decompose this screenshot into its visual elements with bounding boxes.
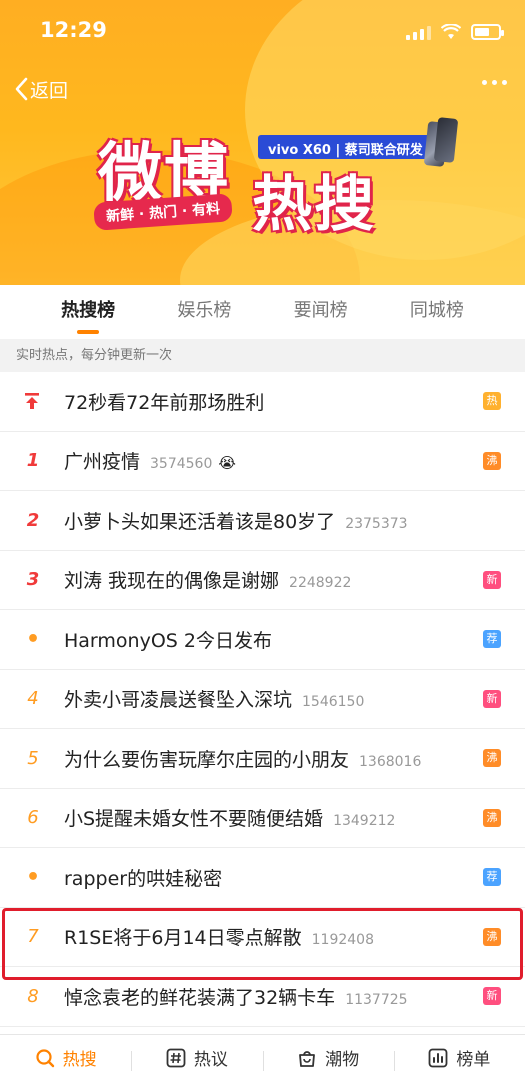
boil-badge: 沸 [483, 927, 501, 946]
header-banner: 12:29 返回 微博 热搜 新鲜 · 热门 · 有料 vivo X60 | 蔡… [0, 0, 525, 285]
rank-number: 4 [27, 688, 39, 710]
new-badge: 新 [483, 987, 501, 1006]
crying-emoji-icon: 😭 [218, 454, 236, 473]
list-item[interactable]: 4 外卖小哥凌晨送餐坠入深坑 1546150 新 [0, 670, 525, 729]
nav-label: 潮物 [325, 1050, 360, 1070]
list-item-title: 小萝卜头如果还活着该是80岁了 2375373 [64, 510, 408, 533]
hot-search-list: 72秒看72年前那场胜利 热 1 广州疫情 3574560 😭 沸 2 小萝卜头… [0, 372, 525, 1027]
nav-label: 热议 [193, 1050, 228, 1070]
list-item-title: 小S提醒未婚女性不要随便结婚 1349212 [64, 808, 396, 831]
tab-hot-search[interactable]: 热搜榜 [61, 296, 115, 334]
nav-discussion[interactable]: 热议 [131, 1045, 262, 1071]
list-item[interactable]: 8 悼念袁老的鲜花装满了32辆卡车 1137725 新 [0, 967, 525, 1027]
hash-icon [166, 1048, 186, 1067]
rank-number: 3 [26, 569, 40, 591]
list-item[interactable]: 3 刘涛 我现在的偶像是谢娜 2248922 新 [0, 551, 525, 610]
chevron-left-icon [15, 77, 28, 101]
status-time: 12:29 [40, 18, 107, 42]
sponsor-badge[interactable]: vivo X60 | 蔡司联合研发 [258, 135, 433, 159]
boil-badge: 沸 [483, 808, 501, 827]
search-icon [36, 1048, 54, 1067]
boil-badge: 沸 [483, 749, 501, 768]
status-icons [406, 22, 504, 42]
logo-text-hot-search: 热搜 [252, 170, 376, 240]
list-item[interactable]: 2 小萝卜头如果还活着该是80岁了 2375373 [0, 491, 525, 551]
list-item-title: 刘涛 我现在的偶像是谢娜 2248922 [64, 570, 352, 593]
list-item[interactable]: • HarmonyOS 2今日发布 荐 [0, 610, 525, 670]
nav-label: 热搜 [62, 1050, 97, 1070]
search-count: 1349212 [333, 813, 396, 830]
search-count: 1137725 [345, 991, 408, 1008]
search-count: 3574560 [150, 456, 213, 473]
list-item-title: 广州疫情 3574560 😭 [64, 451, 236, 474]
rank-number: 2 [26, 509, 40, 531]
nav-label: 榜单 [456, 1050, 491, 1070]
list-item[interactable]: 1 广州疫情 3574560 😭 沸 [0, 432, 525, 491]
rank-dot: • [25, 626, 41, 652]
rank-number: 1 [26, 450, 40, 472]
list-item-title: R1SE将于6月14日零点解散 1192408 [64, 927, 374, 950]
signal-icon [406, 24, 431, 40]
search-count: 1192408 [311, 932, 374, 949]
back-label: 返回 [30, 79, 69, 102]
rank-number: 5 [27, 747, 39, 769]
battery-icon [471, 24, 504, 40]
tab-entertainment[interactable]: 娱乐榜 [177, 296, 231, 328]
list-item-title: 72秒看72年前那场胜利 [64, 391, 265, 414]
nav-rankings[interactable]: 榜单 [393, 1045, 525, 1071]
status-bar: 12:29 [0, 0, 525, 64]
search-count: 2375373 [345, 515, 408, 532]
recommend-badge: 荐 [483, 868, 501, 887]
hot-badge: 热 [483, 392, 501, 411]
nav-hot-search[interactable]: 热搜 [0, 1045, 131, 1070]
list-item-title: rapper的哄娃秘密 [64, 867, 223, 890]
wifi-icon [441, 24, 461, 39]
list-item-title: 悼念袁老的鲜花装满了32辆卡车 1137725 [64, 986, 408, 1009]
list-item[interactable]: 6 小S提醒未婚女性不要随便结婚 1349212 沸 [0, 789, 525, 848]
list-item-title: 外卖小哥凌晨送餐坠入深坑 1546150 [64, 689, 365, 712]
chart-icon [428, 1048, 448, 1067]
tab-local[interactable]: 同城榜 [410, 296, 464, 328]
new-badge: 新 [483, 570, 501, 589]
list-item-title: 为什么要伤害玩摩尔庄园的小朋友 1368016 [64, 748, 422, 771]
rank-number: 7 [27, 926, 39, 948]
list-item[interactable]: • rapper的哄娃秘密 荐 [0, 848, 525, 908]
search-count: 1546150 [302, 694, 365, 711]
rank-number: 6 [27, 807, 39, 829]
bottom-navigation: 热搜 热议 潮物 榜单 [0, 1034, 525, 1080]
boil-badge: 沸 [483, 451, 501, 470]
list-item[interactable]: 7 R1SE将于6月14日零点解散 1192408 沸 [0, 908, 525, 967]
tab-news[interactable]: 要闻榜 [294, 296, 348, 328]
search-count: 2248922 [289, 575, 352, 592]
search-count: 1368016 [359, 753, 422, 770]
realtime-subheading: 实时热点，每分钟更新一次 [0, 339, 525, 372]
rank-dot: • [25, 864, 41, 890]
more-options-button[interactable] [482, 80, 507, 85]
pin-top-icon [25, 393, 39, 410]
list-item[interactable]: 72秒看72年前那场胜利 热 [0, 372, 525, 432]
recommend-badge: 荐 [483, 630, 501, 649]
list-item[interactable]: 5 为什么要伤害玩摩尔庄园的小朋友 1368016 沸 [0, 729, 525, 789]
bag-icon [299, 1050, 316, 1067]
back-button[interactable]: 返回 [14, 74, 68, 104]
nav-trends[interactable]: 潮物 [262, 1045, 394, 1071]
rank-number: 8 [27, 985, 39, 1007]
list-item-title: HarmonyOS 2今日发布 [64, 629, 272, 652]
ranking-tabs: 热搜榜 娱乐榜 要闻榜 同城榜 [0, 285, 525, 339]
new-badge: 新 [483, 689, 501, 708]
